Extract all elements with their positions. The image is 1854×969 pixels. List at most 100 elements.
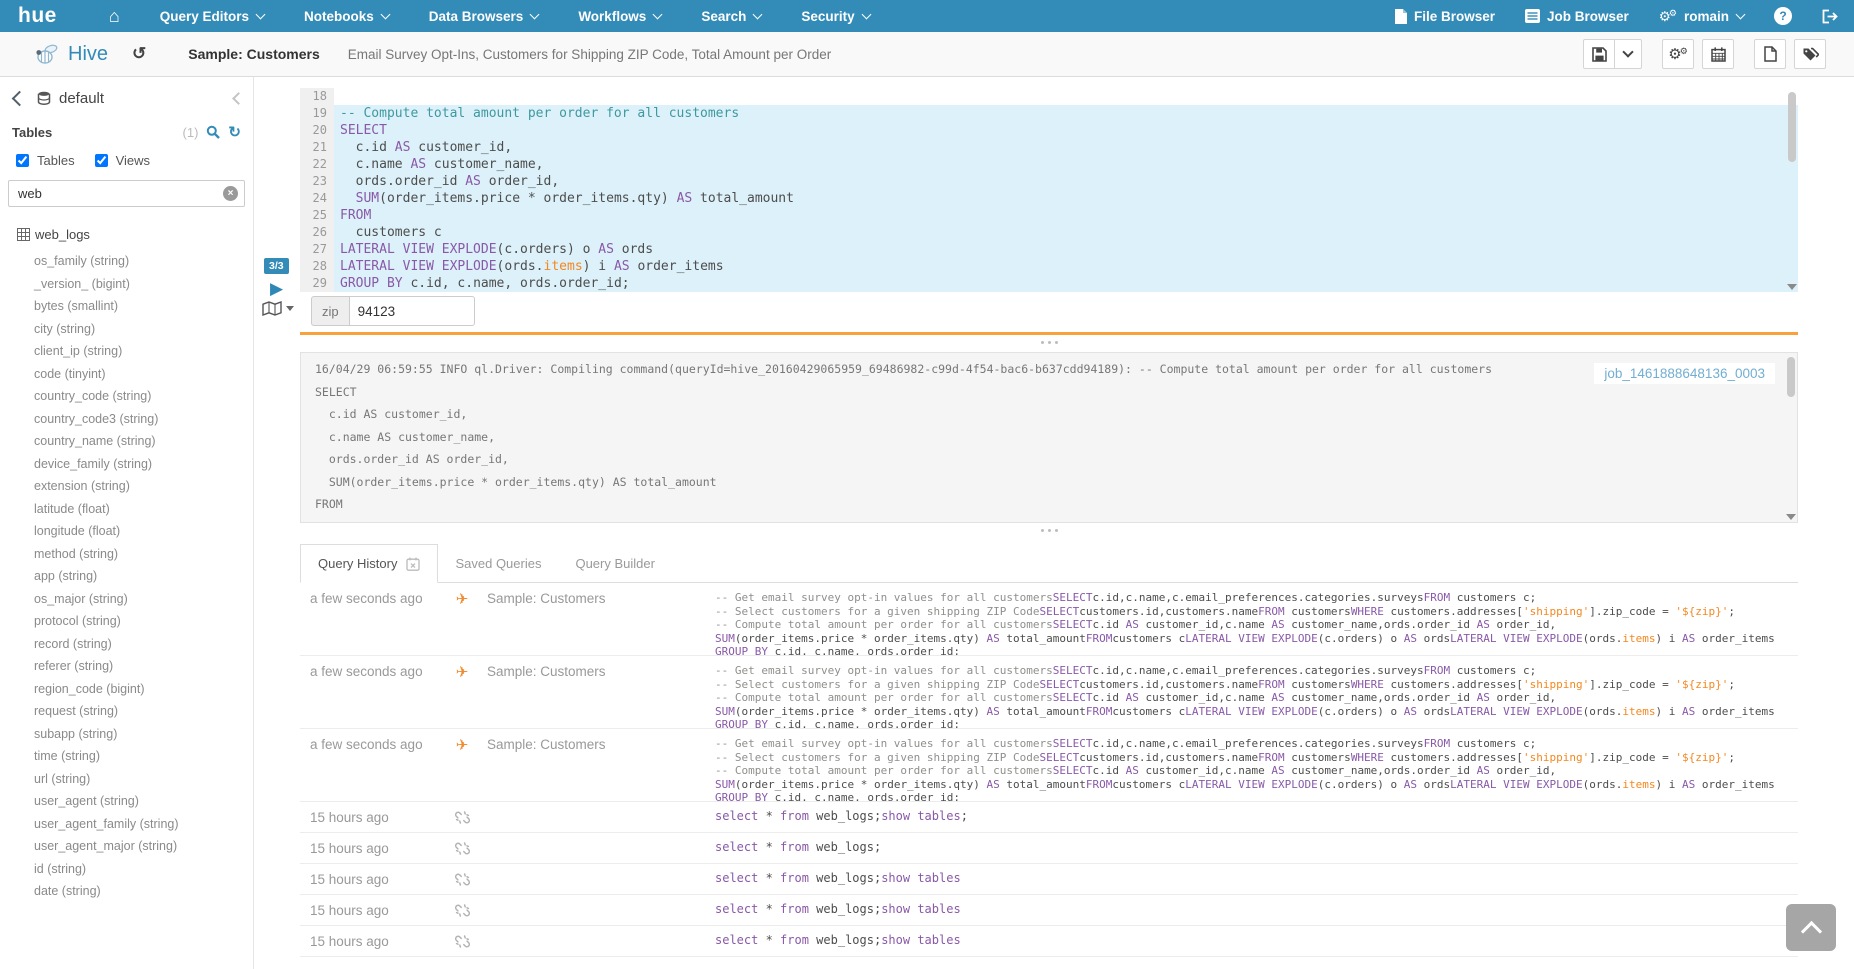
settings-button[interactable]: ⚙⚙ xyxy=(1662,39,1694,69)
table-search-input[interactable] xyxy=(8,180,245,207)
column-item[interactable]: os_family (string) xyxy=(0,250,253,273)
variable-value-input[interactable] xyxy=(349,296,475,326)
filter-views-checkbox[interactable] xyxy=(95,154,108,167)
menu-search[interactable]: Search xyxy=(701,9,761,24)
save-button[interactable] xyxy=(1583,39,1615,69)
sql-token: select xyxy=(715,810,758,823)
job-link[interactable]: job_1461888648136_0003 xyxy=(1594,363,1775,384)
job-browser-link[interactable]: Job Browser xyxy=(1525,9,1629,24)
history-row[interactable]: a few seconds ago✈Sample: Customers-- Ge… xyxy=(300,729,1798,802)
column-item[interactable]: country_code (string) xyxy=(0,385,253,408)
column-item[interactable]: subapp (string) xyxy=(0,723,253,746)
column-item[interactable]: method (string) xyxy=(0,543,253,566)
column-item[interactable]: user_agent_family (string) xyxy=(0,813,253,836)
schedule-button[interactable] xyxy=(1702,39,1734,69)
hive-bee-icon xyxy=(34,42,60,66)
scrollbar-thumb[interactable] xyxy=(1787,357,1795,397)
table-item-web-logs[interactable]: web_logs xyxy=(0,227,253,242)
menu-security[interactable]: Security xyxy=(801,9,869,24)
column-item[interactable]: time (string) xyxy=(0,745,253,768)
history-row[interactable]: 15 hours agoselect * from web_logs;show … xyxy=(300,895,1798,926)
scroll-down-arrow-icon[interactable] xyxy=(1786,514,1796,520)
column-item[interactable]: code (tinyint) xyxy=(0,363,253,386)
column-item[interactable]: protocol (string) xyxy=(0,610,253,633)
new-document-button[interactable] xyxy=(1754,39,1786,69)
clear-search-icon[interactable]: × xyxy=(223,186,238,201)
column-item[interactable]: id (string) xyxy=(0,858,253,881)
column-item[interactable]: device_family (string) xyxy=(0,453,253,476)
column-item[interactable]: client_ip (string) xyxy=(0,340,253,363)
column-item[interactable]: referer (string) xyxy=(0,655,253,678)
history-row[interactable]: 15 hours agoselect * from web_logs;show … xyxy=(300,926,1798,957)
calendar-clear-icon[interactable] xyxy=(406,557,420,571)
history-row[interactable]: a few seconds ago✈Sample: Customers-- Ge… xyxy=(300,656,1798,729)
column-item[interactable]: bytes (smallint) xyxy=(0,295,253,318)
history-row[interactable]: 15 hours agoselect * from web_logs; xyxy=(300,833,1798,864)
filter-tables-label[interactable]: Tables xyxy=(37,153,75,168)
column-item[interactable]: longitude (float) xyxy=(0,520,253,543)
column-item[interactable]: user_agent_major (string) xyxy=(0,835,253,858)
sql-token: ords xyxy=(1417,705,1450,718)
save-dropdown-button[interactable] xyxy=(1615,39,1642,69)
column-item[interactable]: extension (string) xyxy=(0,475,253,498)
history-row[interactable]: 15 hours agoselect * from web_logs;show … xyxy=(300,864,1798,895)
column-item[interactable]: country_name (string) xyxy=(0,430,253,453)
column-item[interactable]: request (string) xyxy=(0,700,253,723)
tags-button[interactable] xyxy=(1794,39,1826,69)
log-scrollbar[interactable] xyxy=(1785,353,1797,522)
menu-data-browsers[interactable]: Data Browsers xyxy=(429,9,539,24)
search-icon[interactable] xyxy=(206,125,220,139)
filter-tables-checkbox[interactable] xyxy=(16,154,29,167)
collapse-chevron-icon[interactable] xyxy=(232,92,245,105)
scroll-to-top-button[interactable] xyxy=(1786,904,1836,951)
hue-logo[interactable]: hue xyxy=(18,4,57,28)
query-map-button[interactable] xyxy=(262,301,294,316)
column-item[interactable]: date (string) xyxy=(0,880,253,903)
refresh-icon[interactable]: ↻ xyxy=(228,123,241,141)
sql-token: c.id xyxy=(1093,618,1126,631)
column-item[interactable]: city (string) xyxy=(0,318,253,341)
logout-button[interactable] xyxy=(1822,9,1838,24)
column-item[interactable]: _version_ (bigint) xyxy=(0,273,253,296)
file-browser-link[interactable]: File Browser xyxy=(1395,9,1495,24)
history-row[interactable]: a few seconds ago✈Sample: Customers-- Ge… xyxy=(300,583,1798,656)
sql-token: web_logs; xyxy=(809,872,881,885)
column-item[interactable]: user_agent (string) xyxy=(0,790,253,813)
user-menu[interactable]: ⚙⚙ romain xyxy=(1659,8,1744,25)
resize-grip-top[interactable] xyxy=(300,341,1798,348)
history-timestamp: 15 hours ago xyxy=(300,903,445,918)
history-row[interactable]: 15 hours agoselect * from web_logs;show … xyxy=(300,802,1798,833)
sql-token: ; xyxy=(1728,605,1735,618)
help-button[interactable]: ? xyxy=(1774,7,1792,25)
column-item[interactable]: country_code3 (string) xyxy=(0,408,253,431)
filter-views-label[interactable]: Views xyxy=(116,153,150,168)
menu-query-editors[interactable]: Query Editors xyxy=(160,9,264,24)
document-name[interactable]: Sample: Customers xyxy=(188,46,319,62)
menu-workflows[interactable]: Workflows xyxy=(578,9,661,24)
tab-query-history[interactable]: Query History xyxy=(300,544,438,583)
undo-history-icon[interactable]: ↺ xyxy=(132,44,146,64)
database-name[interactable]: default xyxy=(59,90,104,107)
app-header: Hive ↺ Sample: Customers Email Survey Op… xyxy=(0,32,1854,77)
editor-line: 20SELECT xyxy=(300,122,1798,139)
editor-scrollbar[interactable] xyxy=(1786,88,1798,292)
column-item[interactable]: record (string) xyxy=(0,633,253,656)
column-item[interactable]: url (string) xyxy=(0,768,253,791)
column-item[interactable]: region_code (bigint) xyxy=(0,678,253,701)
column-item[interactable]: app (string) xyxy=(0,565,253,588)
execute-play-button[interactable]: ▶ xyxy=(270,280,283,297)
sql-editor[interactable]: 1819-- Compute total amount per order fo… xyxy=(300,88,1798,292)
tab-query-builder[interactable]: Query Builder xyxy=(558,545,671,582)
column-item[interactable]: latitude (float) xyxy=(0,498,253,521)
statement-counter-badge: 3/3 xyxy=(264,258,289,274)
menu-notebooks[interactable]: Notebooks xyxy=(304,9,389,24)
scroll-down-arrow-icon[interactable] xyxy=(1787,284,1797,290)
scrollbar-thumb[interactable] xyxy=(1788,92,1796,162)
home-icon[interactable]: ⌂ xyxy=(109,6,120,27)
sql-line: -- Select customers for a given shipping… xyxy=(715,751,1798,765)
resize-grip-bottom[interactable] xyxy=(300,529,1798,536)
tab-saved-queries[interactable]: Saved Queries xyxy=(438,545,558,582)
column-item[interactable]: os_major (string) xyxy=(0,588,253,611)
back-chevron-icon[interactable] xyxy=(12,90,28,106)
hive-brand[interactable]: Hive xyxy=(34,42,108,66)
